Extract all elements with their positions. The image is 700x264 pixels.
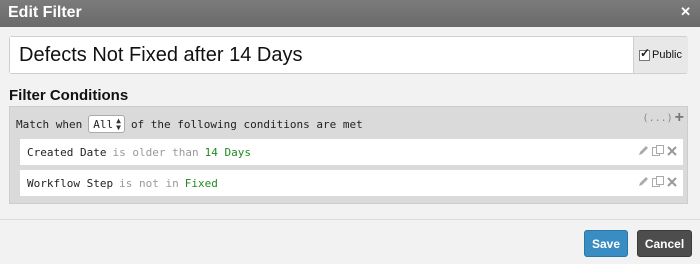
condition-operator: is not in <box>119 176 179 190</box>
condition-tools: (...) + <box>643 110 684 126</box>
conditions-panel: Match when All ▲ ▼ of the following condi… <box>9 106 688 204</box>
condition-operator: is older than <box>112 145 199 159</box>
footer-divider <box>0 219 700 220</box>
dialog-title: Edit Filter <box>8 4 82 21</box>
match-suffix: of the following conditions are met <box>130 117 363 131</box>
select-arrows-icon: ▲ ▼ <box>116 116 121 132</box>
dialog-titlebar: Edit Filter ✕ <box>0 0 700 27</box>
close-icon[interactable]: ✕ <box>680 4 691 20</box>
match-select-value: All <box>93 117 114 131</box>
checkmark-icon: ✓ <box>640 45 651 60</box>
delete-icon[interactable] <box>667 176 677 187</box>
condition-value: 14 Days <box>204 145 251 159</box>
condition-value: Fixed <box>184 176 218 190</box>
more-options-button[interactable]: (...) <box>643 113 673 124</box>
pencil-icon[interactable] <box>638 176 649 187</box>
cancel-button[interactable]: Cancel <box>637 230 692 257</box>
public-checkbox[interactable]: ✓ <box>639 46 650 61</box>
pencil-icon[interactable] <box>638 145 649 156</box>
condition-row[interactable]: Workflow Step is not in Fixed <box>20 170 683 196</box>
public-toggle[interactable]: ✓ Public <box>633 37 688 73</box>
row-actions <box>638 145 677 156</box>
filter-name-input[interactable] <box>10 37 633 73</box>
copy-icon[interactable] <box>652 176 664 187</box>
filter-conditions-heading: Filter Conditions <box>9 87 129 104</box>
filter-name-row: ✓ Public <box>9 36 688 74</box>
delete-icon[interactable] <box>667 145 677 156</box>
condition-row[interactable]: Created Date is older than 14 Days <box>20 139 683 165</box>
match-line: Match when All ▲ ▼ of the following condi… <box>16 115 363 133</box>
public-label: Public <box>652 49 682 61</box>
condition-field: Workflow Step <box>27 176 114 190</box>
plus-icon[interactable]: + <box>675 110 684 126</box>
copy-icon[interactable] <box>652 145 664 156</box>
condition-field: Created Date <box>27 145 107 159</box>
row-actions <box>638 176 677 187</box>
match-prefix: Match when <box>16 117 83 131</box>
save-button[interactable]: Save <box>584 230 628 257</box>
match-select[interactable]: All ▲ ▼ <box>88 115 125 133</box>
